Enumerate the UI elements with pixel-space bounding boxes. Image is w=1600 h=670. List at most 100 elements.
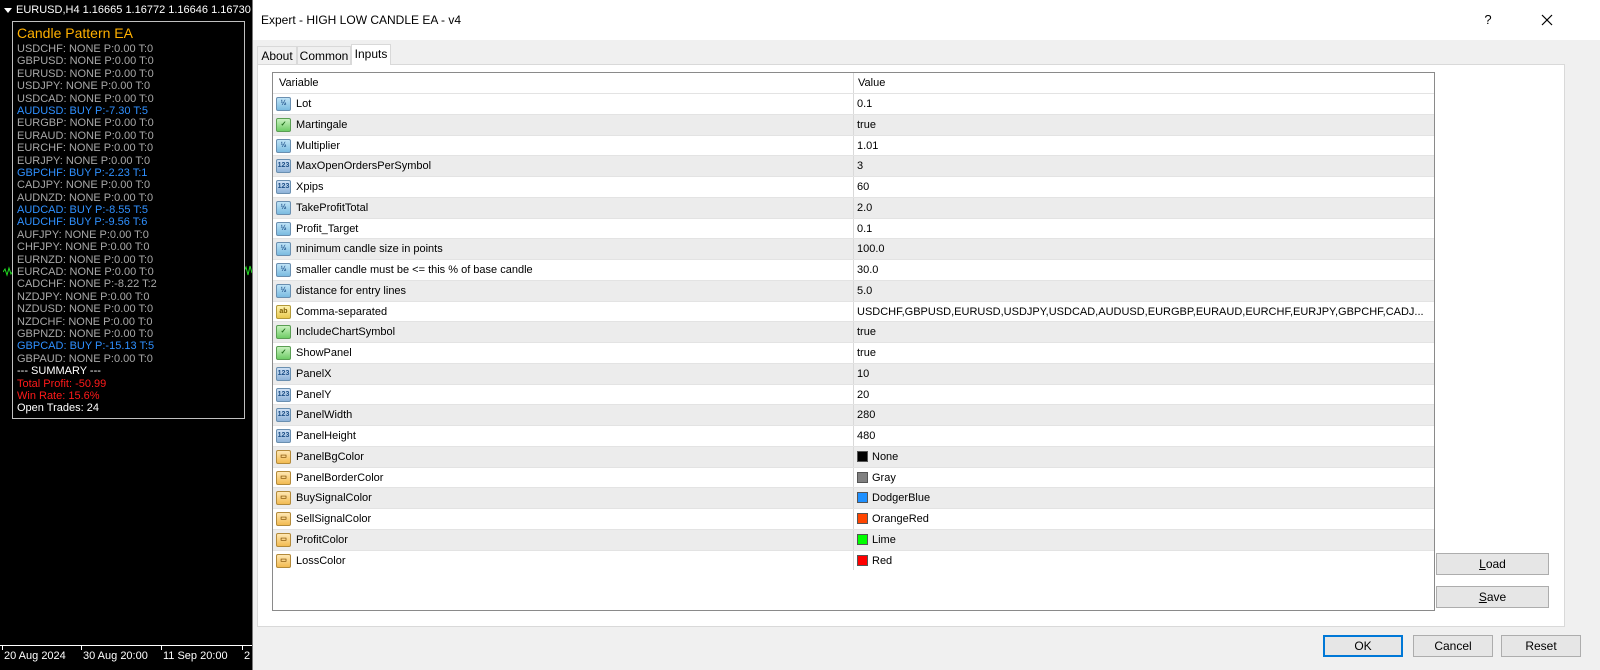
double-param-icon: ½: [276, 138, 291, 153]
variable-value-text: USDCHF,GBPUSD,EURUSD,USDJPY,USDCAD,AUDUS…: [857, 305, 1424, 318]
variable-name: ShowPanel: [296, 347, 352, 359]
tab-inputs[interactable]: Inputs: [351, 44, 391, 65]
variable-name: Profit_Target: [296, 222, 359, 235]
bool-param-icon: ✓: [276, 346, 291, 360]
variable-value[interactable]: 60: [857, 181, 1432, 193]
variable-value[interactable]: true: [857, 326, 1432, 338]
chart-header: EURUSD,H4 1.16665 1.16772 1.16646 1.1673…: [0, 0, 252, 20]
symbol-status-row: EURNZD: NONE P:0.00 T:0: [17, 253, 154, 266]
table-row[interactable]: ½ distance for entry lines 5.0: [273, 279, 1434, 301]
variable-value[interactable]: true: [857, 347, 1432, 359]
double-param-icon: ½: [276, 263, 291, 277]
variable-value[interactable]: 0.1: [857, 98, 1432, 110]
dropdown-triangle-icon[interactable]: [4, 7, 12, 13]
column-divider: [853, 94, 854, 114]
table-row[interactable]: ½ Profit_Target 0.1: [273, 217, 1434, 239]
integer-param-icon: 123: [276, 366, 291, 381]
variable-value[interactable]: 480: [857, 430, 1432, 442]
symbol-status-row: USDCAD: NONE P:0.00 T:0: [17, 92, 154, 105]
table-row[interactable]: ½ smaller candle must be <= this % of bas…: [273, 259, 1434, 280]
column-divider: [853, 509, 854, 529]
tab-common[interactable]: Common: [297, 46, 351, 64]
time-tick: [2, 646, 3, 650]
reset-button[interactable]: Reset: [1501, 635, 1581, 657]
color-swatch: [857, 492, 868, 504]
variable-value[interactable]: true: [857, 119, 1432, 131]
chart-window[interactable]: EURUSD,H4 1.16665 1.16772 1.16646 1.1673…: [0, 0, 252, 670]
variable-name: LossColor: [296, 554, 346, 567]
table-row[interactable]: ½ minimum candle size in points 100.0: [273, 238, 1434, 259]
symbol-status-row: EURGBP: NONE P:0.00 T:0: [17, 117, 154, 130]
title-bar[interactable]: Expert - HIGH LOW CANDLE EA - v4 ?: [253, 0, 1600, 40]
variable-value[interactable]: 10: [857, 368, 1432, 380]
symbol-status-row: AUDCAD: BUY P:-8.55 T:5: [17, 204, 149, 217]
table-row[interactable]: ½ Lot 0.1: [273, 93, 1434, 114]
table-row[interactable]: ½ Multiplier 1.01: [273, 134, 1434, 156]
close-icon[interactable]: [1537, 10, 1557, 30]
time-tick: [242, 646, 243, 650]
symbol-status-row: EURCAD: NONE P:0.00 T:0: [17, 266, 154, 279]
load-button[interactable]: Load: [1436, 553, 1549, 575]
table-row[interactable]: ▭ BuySignalColor DodgerBlue: [273, 487, 1434, 508]
time-label: 30 Aug 20:00: [83, 650, 148, 662]
table-row[interactable]: ✓ IncludeChartSymbol true: [273, 321, 1434, 342]
integer-param-icon: 123: [276, 429, 291, 443]
symbol-status-row: EURAUD: NONE P:0.00 T:0: [17, 129, 154, 142]
table-row[interactable]: 123 PanelWidth 280: [273, 404, 1434, 425]
help-button[interactable]: ?: [1478, 10, 1498, 30]
save-hotkey: S: [1478, 590, 1487, 604]
variable-value[interactable]: Lime: [857, 533, 1432, 546]
variable-value[interactable]: 280: [857, 409, 1432, 421]
tab-about[interactable]: About: [257, 46, 297, 64]
variable-value[interactable]: 5.0: [857, 285, 1432, 297]
column-header-value[interactable]: Value: [858, 77, 885, 89]
variable-value-text: Red: [872, 554, 893, 567]
variable-name: Martingale: [296, 118, 348, 131]
table-header: Variable Value: [273, 73, 1434, 93]
integer-param-icon: 123: [276, 159, 291, 174]
color-param-icon: ▭: [276, 449, 291, 464]
variable-value[interactable]: Gray: [857, 471, 1432, 484]
variable-value[interactable]: 20: [857, 389, 1432, 401]
variable-value[interactable]: None: [857, 450, 1432, 463]
table-row[interactable]: ▭ PanelBorderColor Gray: [273, 466, 1434, 488]
table-row[interactable]: ✓ Martingale true: [273, 113, 1434, 135]
table-row[interactable]: ▭ LossColor Red: [273, 549, 1434, 571]
variable-name: PanelX: [296, 367, 332, 380]
variable-value[interactable]: 100.0: [857, 243, 1432, 255]
variable-value[interactable]: DodgerBlue: [857, 492, 1432, 504]
symbol-status-row: NZDJPY: NONE P:0.00 T:0: [17, 290, 150, 303]
table-row[interactable]: ab Comma-separated USDCHF,GBPUSD,EURUSD,US…: [273, 300, 1434, 322]
symbol-status-row: GBPCAD: BUY P:-15.13 T:5: [17, 340, 155, 353]
table-row[interactable]: 123 PanelX 10: [273, 362, 1434, 384]
column-divider[interactable]: [853, 73, 854, 93]
variable-value[interactable]: 0.1: [857, 223, 1432, 235]
table-row[interactable]: ▭ ProfitColor Lime: [273, 528, 1434, 550]
column-divider: [853, 156, 854, 176]
variable-value[interactable]: OrangeRed: [857, 513, 1432, 525]
column-header-variable[interactable]: Variable: [279, 77, 319, 89]
table-row[interactable]: ½ TakeProfitTotal 2.0: [273, 196, 1434, 218]
table-row[interactable]: ✓ ShowPanel true: [273, 342, 1434, 363]
variable-value[interactable]: USDCHF,GBPUSD,EURUSD,USDJPY,USDCAD,AUDUS…: [857, 306, 1432, 318]
cancel-button[interactable]: Cancel: [1413, 635, 1493, 657]
table-body: ½ Lot 0.1 ✓ Martingale true ½ Multiplier 1.01 123…: [273, 93, 1434, 571]
variable-value-text: true: [857, 118, 876, 131]
summary-header: --- SUMMARY ---: [17, 365, 101, 378]
color-param-icon: ▭: [276, 532, 291, 547]
color-swatch: [857, 513, 868, 524]
table-row[interactable]: 123 MaxOpenOrdersPerSymbol 3: [273, 155, 1434, 176]
ok-button[interactable]: OK: [1323, 635, 1403, 657]
table-row[interactable]: 123 PanelHeight 480: [273, 425, 1434, 446]
save-button[interactable]: Save: [1436, 586, 1549, 608]
table-row[interactable]: 123 PanelY 20: [273, 383, 1434, 405]
variable-value[interactable]: 2.0: [857, 202, 1432, 214]
color-param-icon: ▭: [276, 470, 291, 485]
variable-value[interactable]: 3: [857, 160, 1432, 172]
variable-value[interactable]: Red: [857, 554, 1432, 567]
variable-value[interactable]: 1.01: [857, 140, 1432, 152]
variable-value[interactable]: 30.0: [857, 264, 1432, 276]
table-row[interactable]: 123 Xpips 60: [273, 176, 1434, 197]
table-row[interactable]: ▭ SellSignalColor OrangeRed: [273, 508, 1434, 529]
table-row[interactable]: ▭ PanelBgColor None: [273, 445, 1434, 467]
